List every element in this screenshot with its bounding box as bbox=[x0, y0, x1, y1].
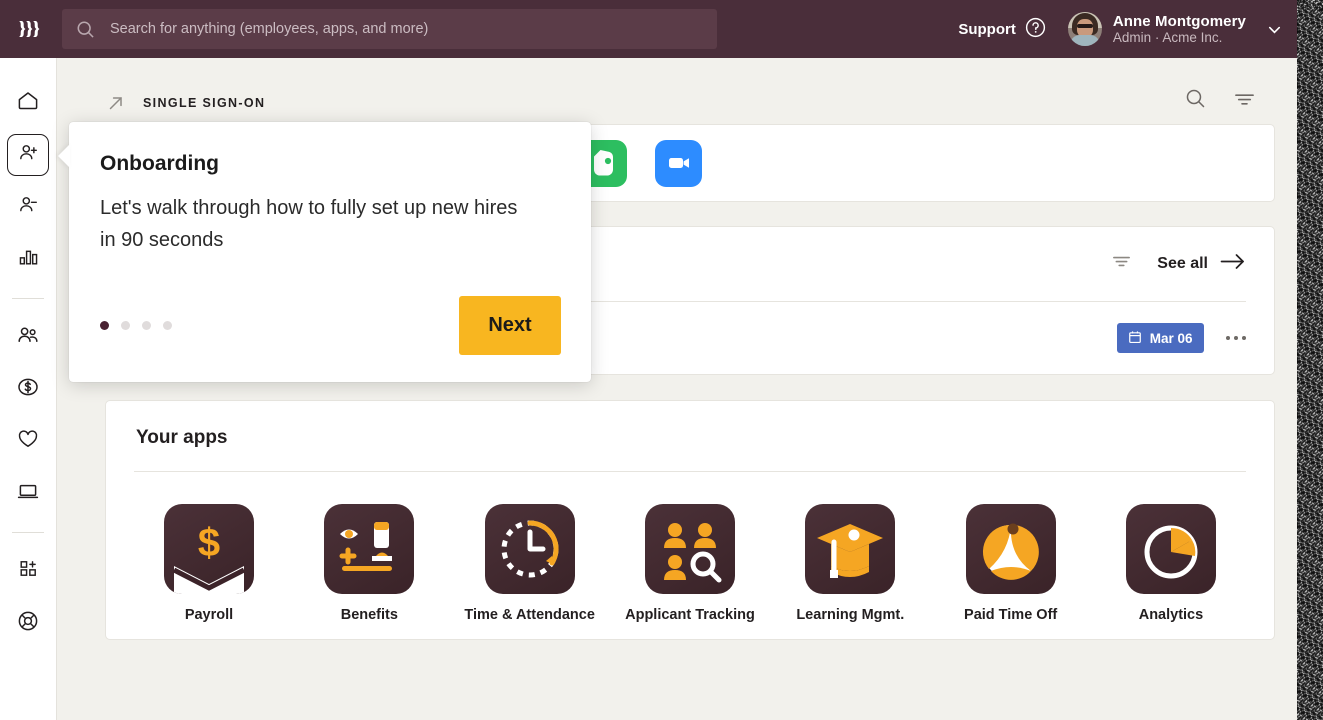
noise-canvas bbox=[1297, 0, 1323, 720]
app-tile-analytics[interactable]: Analytics bbox=[1112, 504, 1230, 623]
bar-chart-icon bbox=[17, 245, 40, 273]
app-label: Analytics bbox=[1138, 607, 1204, 623]
chevron-down-icon[interactable] bbox=[1266, 21, 1283, 38]
filter-icon[interactable] bbox=[1234, 91, 1255, 112]
top-navigation-bar: Support Anne Montgomery Admin · Acme Inc… bbox=[0, 0, 1297, 58]
tasks-header-actions: See all bbox=[1112, 253, 1246, 275]
popover-footer: Next bbox=[100, 296, 561, 355]
app-label: Applicant Tracking bbox=[625, 607, 755, 623]
sidebar-item-support[interactable] bbox=[7, 602, 49, 644]
search-icon bbox=[76, 20, 98, 39]
calendar-icon bbox=[1128, 330, 1142, 347]
support-button[interactable]: Support bbox=[958, 17, 1046, 42]
search-icon[interactable] bbox=[1185, 88, 1206, 114]
page-title: Your apps bbox=[136, 427, 228, 448]
benefits-pill-icon bbox=[324, 504, 415, 594]
global-search-box[interactable] bbox=[62, 9, 717, 49]
search-input[interactable] bbox=[98, 21, 703, 37]
sidebar-item-people[interactable] bbox=[7, 316, 49, 358]
sso-section-title: SINGLE SIGN-ON bbox=[143, 96, 266, 110]
date-badge-label: Mar 06 bbox=[1149, 330, 1193, 346]
sidebar-item-onboarding[interactable] bbox=[7, 134, 49, 176]
your-apps-card: Your apps $ Payroll Benefits Time & Atte… bbox=[105, 400, 1275, 640]
filter-icon[interactable] bbox=[1112, 254, 1131, 274]
step-dot-2[interactable] bbox=[121, 321, 130, 330]
beach-ball-icon bbox=[965, 504, 1056, 594]
user-name: Anne Montgomery bbox=[1112, 12, 1246, 30]
question-circle-icon bbox=[1025, 17, 1046, 42]
sidebar-divider-2 bbox=[12, 532, 44, 533]
sidebar-item-apps[interactable] bbox=[7, 550, 49, 592]
topbar-right-group: Support Anne Montgomery Admin · Acme Inc… bbox=[958, 12, 1297, 46]
arrow-right-icon bbox=[1220, 253, 1246, 275]
step-indicator bbox=[100, 321, 172, 330]
see-all-button[interactable]: See all bbox=[1157, 253, 1246, 275]
apps-add-icon bbox=[17, 557, 40, 585]
clock-icon bbox=[484, 504, 575, 594]
sidebar-item-benefits[interactable] bbox=[7, 420, 49, 462]
apps-grid: $ Payroll Benefits Time & Attendance App… bbox=[106, 472, 1274, 623]
pie-chart-icon bbox=[1125, 504, 1216, 594]
screen-edge-noise-strip bbox=[1297, 0, 1323, 720]
rippling-logo-icon[interactable] bbox=[0, 0, 58, 58]
see-all-label: See all bbox=[1157, 255, 1208, 272]
avatar[interactable] bbox=[1067, 12, 1102, 46]
sso-section-header: SINGLE SIGN-ON bbox=[57, 58, 1297, 114]
sidebar-item-reports[interactable] bbox=[7, 238, 49, 280]
people-icon bbox=[16, 323, 40, 352]
app-label: Time & Attendance bbox=[464, 607, 595, 623]
dollar-coin-icon bbox=[16, 375, 40, 404]
app-label: Payroll bbox=[184, 607, 234, 623]
app-tile-benefits[interactable]: Benefits bbox=[310, 504, 428, 623]
sso-tools bbox=[1185, 88, 1255, 114]
app-tile-applicant-tracking[interactable]: Applicant Tracking bbox=[625, 504, 755, 623]
arrow-up-right-icon bbox=[107, 94, 125, 112]
lifebuoy-icon bbox=[16, 609, 40, 638]
app-label: Benefits bbox=[340, 607, 398, 623]
popover-title: Onboarding bbox=[100, 152, 219, 175]
laptop-icon bbox=[16, 479, 40, 508]
onboarding-popover: Onboarding Let's walk through how to ful… bbox=[69, 122, 591, 382]
user-info[interactable]: Anne Montgomery Admin · Acme Inc. bbox=[1113, 13, 1246, 46]
next-button[interactable]: Next bbox=[459, 296, 561, 355]
sidebar-item-payroll[interactable] bbox=[7, 368, 49, 410]
sidebar-item-devices[interactable] bbox=[7, 472, 49, 514]
svg-text:$: $ bbox=[198, 521, 220, 565]
status-badge[interactable]: Mar 06 bbox=[1116, 323, 1204, 353]
app-label: Learning Mgmt. bbox=[796, 607, 905, 623]
app-root: Support Anne Montgomery Admin · Acme Inc… bbox=[0, 0, 1323, 720]
popover-body: Let's walk through how to fully set up n… bbox=[100, 197, 518, 251]
heart-icon bbox=[16, 427, 40, 456]
sidebar-item-offboarding[interactable] bbox=[7, 186, 49, 228]
sidebar-divider bbox=[12, 298, 44, 299]
sidebar-item-home[interactable] bbox=[7, 82, 49, 124]
app-label: Paid Time Off bbox=[964, 607, 1058, 623]
home-icon bbox=[16, 89, 40, 118]
graduation-cap-icon bbox=[805, 504, 896, 594]
app-tile-paid-time-off[interactable]: Paid Time Off bbox=[952, 504, 1070, 623]
person-add-icon bbox=[17, 141, 40, 169]
step-dot-4[interactable] bbox=[163, 321, 172, 330]
more-horizontal-icon[interactable] bbox=[1225, 335, 1246, 341]
task-row-actions: Mar 06 bbox=[1116, 323, 1246, 353]
left-sidebar bbox=[0, 58, 57, 720]
people-search-icon bbox=[644, 504, 735, 594]
payroll-dollar-envelope-icon: $ bbox=[164, 504, 254, 594]
app-tile-learning-mgmt[interactable]: Learning Mgmt. bbox=[791, 504, 909, 623]
app-tile-time-attendance[interactable]: Time & Attendance bbox=[464, 504, 595, 623]
app-tile-payroll[interactable]: $ Payroll bbox=[150, 504, 268, 623]
sso-app-zoom[interactable] bbox=[655, 139, 702, 187]
person-remove-icon bbox=[17, 193, 40, 221]
step-dot-1[interactable] bbox=[100, 321, 109, 330]
support-label: Support bbox=[958, 20, 1016, 38]
user-role: Admin · Acme Inc. bbox=[1112, 29, 1223, 45]
step-dot-3[interactable] bbox=[142, 321, 151, 330]
